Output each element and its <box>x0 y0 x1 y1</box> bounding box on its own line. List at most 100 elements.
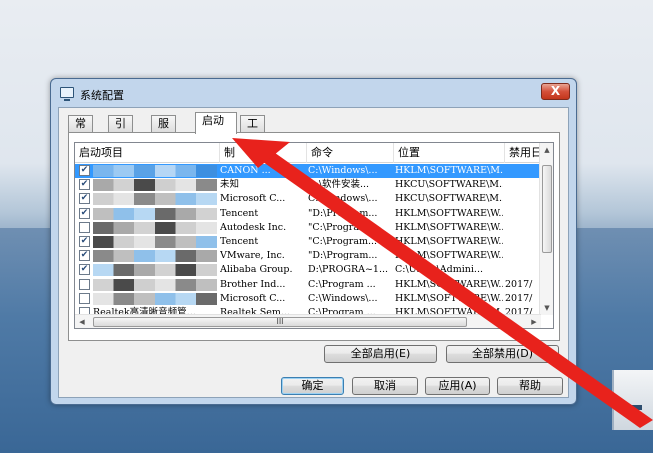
tab-services[interactable]: 服务 <box>151 115 176 146</box>
table-body: ✔ CANON ... C:\Windows\... HKLM\SOFTWARE\M.… <box>75 164 541 320</box>
scroll-up-icon[interactable]: ▲ <box>540 143 553 157</box>
command-cell: "C:\Program... <box>308 221 378 233</box>
horizontal-scroll-thumb[interactable]: III <box>93 317 467 327</box>
row-checkbox[interactable]: ✔ <box>79 264 90 276</box>
startup-item-name <box>93 178 219 192</box>
table-row[interactable]: ✔ Tencent "D:\Program... HKLM\SOFTWARE\W... <box>75 207 541 221</box>
command-cell: "C:\Program... <box>308 235 378 247</box>
date-disabled-cell <box>505 235 539 249</box>
column-header-location[interactable]: 位置 <box>394 143 505 163</box>
table-row[interactable]: Autodesk Inc. "C:\Program... HKLM\SOFTWARE… <box>75 221 541 235</box>
apply-button[interactable]: 应用(A) <box>425 377 490 395</box>
location-cell: HKLM\SOFTWARE\W... <box>395 207 503 219</box>
location-cell: HKLM\SOFTWARE\W... <box>395 278 503 290</box>
manufacturer-cell: Tencent <box>220 207 259 219</box>
row-checkbox[interactable] <box>79 292 90 304</box>
row-checkbox[interactable]: ✔ <box>79 235 90 247</box>
command-cell: D:\软件安装... <box>308 179 370 191</box>
close-button[interactable]: X <box>541 83 570 100</box>
column-header-manufacturer[interactable]: 制 <box>220 143 307 163</box>
command-cell: C:\Windows\... <box>308 292 378 304</box>
date-disabled-cell: 2017/ <box>505 278 533 290</box>
window-title: 系统配置 <box>80 89 124 102</box>
startup-item-name <box>93 292 219 306</box>
row-checkbox[interactable]: ✔ <box>79 207 90 219</box>
scroll-down-icon[interactable]: ▼ <box>540 301 553 315</box>
command-cell: C:\Windows\... <box>308 165 378 176</box>
location-cell: HKLM\SOFTWARE\W... <box>395 292 503 304</box>
monitor-icon <box>60 87 74 101</box>
row-checkbox[interactable]: ✔ <box>79 193 90 205</box>
disable-all-button[interactable]: 全部禁用(D) <box>446 345 559 363</box>
command-cell: C:\Program ... <box>308 278 376 290</box>
table-row[interactable]: ✔ Tencent "C:\Program... HKLM\SOFTWARE\W... <box>75 235 541 249</box>
location-cell: HKCU\SOFTWARE\M... <box>395 179 503 191</box>
location-cell: C:\Users\Admini... <box>395 264 483 276</box>
tab-tools[interactable]: 工具 <box>240 115 265 146</box>
manufacturer-cell: Autodesk Inc. <box>220 221 287 233</box>
horizontal-scrollbar[interactable]: ◀ III ▶ <box>75 314 541 328</box>
table-row[interactable]: ✔ CANON ... C:\Windows\... HKLM\SOFTWARE\M.… <box>75 164 541 179</box>
table-row[interactable]: ✔ 未知 D:\软件安装... HKCU\SOFTWARE\M... <box>75 178 541 192</box>
vertical-scroll-thumb[interactable] <box>542 165 552 253</box>
date-disabled-cell <box>505 207 539 221</box>
scroll-left-icon[interactable]: ◀ <box>75 315 89 328</box>
manufacturer-cell: 未知 <box>220 179 240 191</box>
table-row[interactable]: ✔ VMware, Inc. "D:\Program... HKLM\SOFTWARE… <box>75 249 541 263</box>
system-config-window: 系统配置 X 常规 引导 服务 启动 工具 启动项目 制 命令 位置 禁用日 ✔… <box>50 78 577 405</box>
date-disabled-cell <box>505 263 539 277</box>
tab-boot[interactable]: 引导 <box>108 115 133 146</box>
manufacturer-cell: Tencent <box>220 235 259 247</box>
location-cell: HKCU\SOFTWARE\M... <box>395 193 503 205</box>
startup-item-name <box>93 192 219 206</box>
manufacturer-cell: VMware, Inc. <box>220 250 285 262</box>
startup-item-name <box>93 207 219 221</box>
command-cell: "D:\Program... <box>308 250 378 262</box>
tab-general[interactable]: 常规 <box>68 115 93 146</box>
table-row[interactable]: ✔ Alibaba Group. D:\PROGRA~1... C:\Users\Ad… <box>75 263 541 277</box>
vertical-scrollbar[interactable]: ▲ ▼ <box>539 143 553 315</box>
row-checkbox[interactable]: ✔ <box>79 250 90 262</box>
title-bar[interactable]: 系统配置 X <box>51 79 576 107</box>
startup-item-name <box>93 249 219 263</box>
ship-image <box>612 370 653 430</box>
row-checkbox[interactable]: ✔ <box>79 179 90 191</box>
date-disabled-cell: 2017/ <box>505 292 533 304</box>
tab-startup[interactable]: 启动 <box>195 112 237 134</box>
location-cell: HKLM\SOFTWARE\W... <box>395 221 503 233</box>
column-header-item[interactable]: 启动项目 <box>75 143 220 163</box>
location-cell: HKLM\SOFTWARE\M... <box>395 165 503 176</box>
table-row[interactable]: Brother Ind... C:\Program ... HKLM\SOFTWAR… <box>75 278 541 292</box>
row-checkbox[interactable]: ✔ <box>79 165 90 176</box>
manufacturer-cell: Alibaba Group. <box>220 264 293 276</box>
manufacturer-cell: CANON ... <box>220 165 271 176</box>
cancel-button[interactable]: 取消 <box>352 377 418 395</box>
startup-item-name <box>93 263 219 277</box>
ok-button[interactable]: 确定 <box>281 377 344 395</box>
command-cell: D:\PROGRA~1... <box>308 264 389 276</box>
manufacturer-cell: Microsoft C... <box>220 193 286 205</box>
date-disabled-cell <box>505 249 539 263</box>
date-disabled-cell <box>505 192 539 206</box>
table-row[interactable]: Microsoft C... C:\Windows\... HKLM\SOFTWAR… <box>75 292 541 306</box>
command-cell: "D:\Program... <box>308 207 378 219</box>
startup-items-table: 启动项目 制 命令 位置 禁用日 ✔ CANON ... C:\Windows\..… <box>74 142 554 329</box>
dialog-client: 常规 引导 服务 启动 工具 启动项目 制 命令 位置 禁用日 ✔ CANON .… <box>58 107 569 398</box>
startup-item-name <box>93 278 219 292</box>
manufacturer-cell: Brother Ind... <box>220 278 286 290</box>
date-disabled-cell <box>505 178 539 192</box>
location-cell: HKLM\SOFTWARE\W... <box>395 235 503 247</box>
manufacturer-cell: Microsoft C... <box>220 292 286 304</box>
scroll-right-icon[interactable]: ▶ <box>527 315 541 328</box>
enable-all-button[interactable]: 全部启用(E) <box>324 345 437 363</box>
date-disabled-cell <box>505 164 539 178</box>
table-row[interactable]: ✔ Microsoft C... C:\Windows\... HKCU\SOFTWA… <box>75 192 541 206</box>
startup-item-name <box>93 164 219 178</box>
date-disabled-cell <box>505 221 539 235</box>
table-header: 启动项目 制 命令 位置 禁用日 <box>75 143 553 163</box>
row-checkbox[interactable] <box>79 278 90 290</box>
location-cell: HKLM\SOFTWARE\W... <box>395 250 503 262</box>
column-header-command[interactable]: 命令 <box>307 143 394 163</box>
help-button[interactable]: 帮助 <box>497 377 563 395</box>
row-checkbox[interactable] <box>79 221 90 233</box>
